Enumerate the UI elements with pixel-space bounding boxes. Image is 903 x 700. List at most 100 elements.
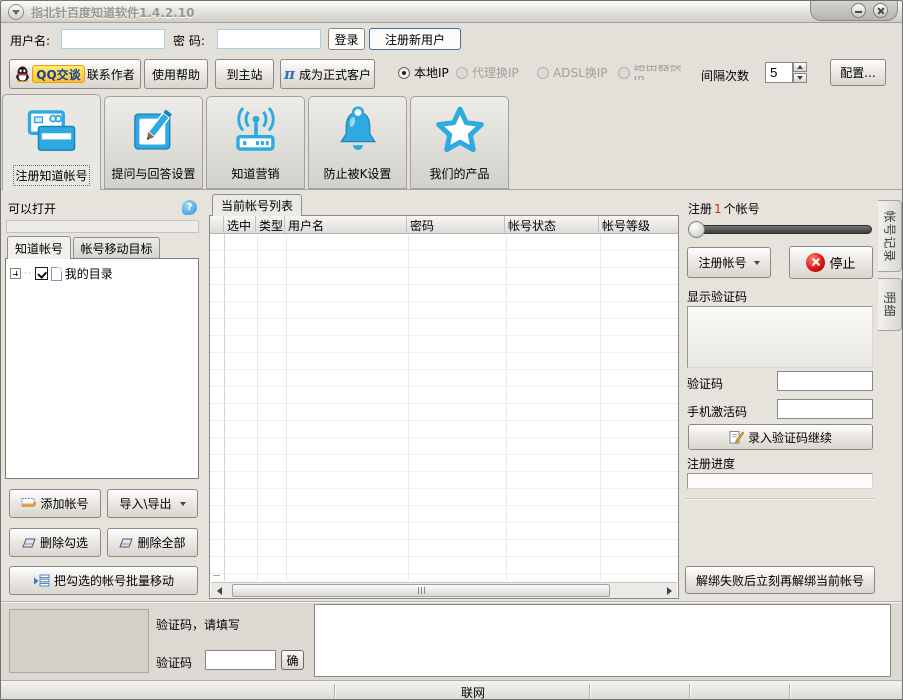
button-label: 添加帐号 [40,495,88,512]
radio-local-ip[interactable]: 本地IP [398,65,449,80]
scroll-right-button[interactable] [662,584,676,597]
bottom-captcha-image-box [9,609,149,673]
help-button[interactable]: 使用帮助 [144,59,208,89]
radio-icon [618,67,630,79]
tree-checkbox-checked[interactable] [35,267,48,280]
become-customer-button[interactable]: π 成为正式客户 [280,59,375,89]
account-table-frame: 选中 类型 用户名 密码 帐号状态 帐号等级 [209,215,679,599]
column-header[interactable]: 用户名 [285,216,407,233]
login-button[interactable]: 登录 [328,28,365,50]
tab-label: 注册知道帐号 [15,167,87,184]
qq-chat-badge: QQ交谈 [32,65,84,83]
tab-marketing[interactable]: 知道营销 [206,96,305,189]
tab-move-target[interactable]: 帐号移动目标 [73,237,160,259]
tab-label: 知道营销 [231,165,279,182]
pi-icon: π [284,65,295,83]
config-button[interactable]: 配置... [830,59,886,86]
open-url-bar [6,220,199,233]
unbind-retry-button[interactable]: 解绑失败后立刻再解绑当前帐号 [685,566,875,594]
slider-thumb[interactable] [688,221,705,238]
confirm-button[interactable]: 确 [281,650,304,670]
add-account-button[interactable]: 添加帐号 [9,489,101,518]
enter-captcha-button[interactable]: 录入验证码继续 [688,424,873,450]
column-header[interactable]: 选中 [224,216,256,233]
help-balloon-icon[interactable] [182,200,197,215]
username-label: 用户名: [10,32,50,49]
account-count-slider[interactable] [688,225,872,234]
network-status-label: 联网 [461,684,485,700]
minimize-icon [855,11,862,13]
window-title: 指北针百度知道软件1.4.2.10 [31,4,194,21]
bottom-captcha-label: 验证码 [156,654,192,671]
count-value: 1 [712,202,724,216]
close-button[interactable] [873,3,888,18]
dropdown-arrow-icon [180,502,186,506]
batch-move-button[interactable]: 把勾选的帐号批量移动 [9,566,198,595]
tab-register-account[interactable]: 注册知道帐号 [2,94,101,190]
table-gridline [600,234,601,581]
button-label: 删除勾选 [40,534,88,551]
radio-icon [537,67,549,79]
pencil-form-icon [729,430,744,444]
password-input[interactable] [217,29,321,49]
router-signal-icon [228,97,284,165]
tab-know-accounts[interactable]: 知道帐号 [7,236,71,259]
captcha-input[interactable] [777,371,873,391]
side-tab-details[interactable]: 明细 [878,278,902,331]
main-site-button[interactable]: 到主站 [215,59,274,89]
account-tree[interactable]: ·· 我的目录 [5,258,199,479]
column-header[interactable]: 帐号状态 [505,216,599,233]
status-divider [789,684,790,698]
bottom-captcha-input[interactable] [205,650,276,670]
can-open-label: 可以打开 [8,200,56,217]
minimize-button[interactable] [851,3,866,18]
radio-selected-icon [398,67,410,79]
qq-penguin-icon [15,66,30,82]
register-new-user-button[interactable]: 注册新用户 [369,28,461,50]
column-header[interactable]: 帐号等级 [599,216,678,233]
tree-item-root[interactable]: ·· 我的目录 [6,259,198,282]
arrow-down-icon [797,76,803,80]
add-account-icon [21,497,36,510]
button-label: 注册帐号 [698,254,746,271]
tree-expand-icon[interactable] [10,268,21,279]
import-export-button[interactable]: 导入\导出 [107,489,198,518]
table-gridline [257,234,258,581]
radio-label: 路由器换IP [634,65,690,80]
notepad-pencil-icon [126,97,182,165]
radio-label: 本地IP [414,64,449,81]
button-label: 删除全部 [137,534,185,551]
interval-spin-down[interactable] [793,73,807,83]
username-input[interactable] [61,29,165,49]
tab-current-account-list[interactable]: 当前帐号列表 [212,194,302,216]
qq-contact-button[interactable]: QQ交谈 联系作者 [9,59,141,89]
interval-input[interactable] [765,62,793,83]
radio-icon [456,67,468,79]
tab-anti-ban[interactable]: 防止被K设置 [308,96,407,189]
interval-spin-up[interactable] [793,62,807,72]
scrollbar-thumb[interactable] [232,584,610,597]
radio-proxy-ip[interactable]: 代理换IP [456,65,519,80]
radio-adsl-ip[interactable]: ADSL换IP [537,65,608,80]
delete-all-button[interactable]: 删除全部 [107,528,198,557]
log-output-box[interactable] [314,604,891,677]
tab-qa-settings[interactable]: 提问与回答设置 [104,96,203,189]
scroll-left-button[interactable] [212,584,226,597]
delete-checked-button[interactable]: 删除勾选 [9,528,101,557]
phone-code-input[interactable] [777,399,873,419]
tab-our-products[interactable]: 我们的产品 [410,96,509,189]
column-header[interactable]: 密码 [407,216,505,233]
column-header[interactable]: 类型 [256,216,285,233]
button-label: 录入验证码继续 [748,429,832,446]
register-account-button[interactable]: 注册帐号 [687,247,771,278]
stop-button[interactable]: 停止 [789,246,873,279]
window-menu-button[interactable] [8,4,24,20]
table-body-empty[interactable] [210,234,678,581]
grip-icon [424,587,425,594]
radio-label: ADSL换IP [553,64,608,81]
contact-author-label: 联系作者 [87,66,135,83]
radio-router-ip[interactable]: 路由器换IP [618,65,690,80]
application-window: 指北针百度知道软件1.4.2.10 用户名: 密 码: 登录 注册新用户 QQ交… [0,0,903,700]
horizontal-scrollbar[interactable] [211,582,677,598]
side-tab-account-records[interactable]: 帐号记录 [878,200,902,272]
